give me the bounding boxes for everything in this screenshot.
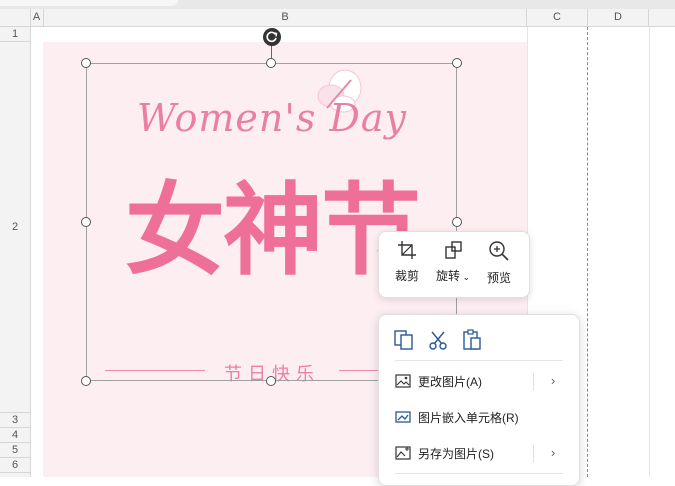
page-break-line [587, 27, 588, 477]
row-header-5[interactable]: 5 [0, 443, 30, 458]
menu-separator [395, 360, 563, 361]
resize-handle-right[interactable] [452, 217, 462, 227]
submenu-divider [533, 445, 534, 463]
change-picture-label: 更改图片(A) [418, 375, 482, 389]
row-header-4[interactable]: 4 [0, 428, 30, 443]
menu-item-change-picture[interactable]: 更改图片(A) › [379, 365, 579, 397]
column-header-e[interactable] [649, 9, 675, 26]
column-header-d[interactable]: D [588, 9, 649, 26]
preview-label: 预览 [486, 271, 511, 285]
chevron-down-icon: ⌄ [459, 272, 471, 282]
change-picture-icon [395, 373, 411, 392]
cut-button[interactable] [427, 329, 449, 354]
row-header-2[interactable]: 2 [0, 42, 30, 413]
zoom-in-icon [489, 241, 509, 261]
column-header-bar: A B C D [0, 9, 675, 27]
column-header-a[interactable]: A [30, 9, 44, 26]
column-header-c[interactable]: C [527, 9, 588, 26]
paste-icon [463, 329, 481, 350]
window-top-strip [0, 0, 675, 9]
crop-icon [398, 241, 416, 259]
picture-mini-toolbar: 裁剪 旋转 ⌄ 预览 [378, 231, 530, 298]
context-menu: 更改图片(A) › 图片嵌入单元格(R) 另存为图片(S) › [378, 314, 580, 486]
resize-handle-top[interactable] [266, 58, 276, 68]
resize-handle-bottom-left[interactable] [81, 376, 91, 386]
resize-handle-left[interactable] [81, 217, 91, 227]
menu-separator [395, 473, 563, 474]
preview-button[interactable]: 预览 [477, 240, 521, 290]
column-header-b[interactable]: B [44, 9, 527, 26]
resize-handle-top-right[interactable] [452, 58, 462, 68]
rotate-label: 旋转 ⌄ [435, 269, 471, 283]
rotate-icon [266, 31, 278, 43]
resize-handle-bottom[interactable] [266, 376, 276, 386]
embed-in-cell-icon [395, 409, 411, 428]
row-header-bar: 1 2 3 4 5 6 [0, 27, 31, 477]
gridline-e [649, 27, 650, 477]
crop-button[interactable]: 裁剪 [385, 240, 429, 290]
rotate-object-icon [445, 241, 462, 259]
copy-button[interactable] [393, 329, 415, 354]
cut-icon [429, 331, 447, 350]
chevron-right-icon[interactable]: › [551, 373, 555, 388]
row-header-1[interactable]: 1 [0, 27, 30, 42]
rotate-handle[interactable] [263, 28, 281, 46]
chevron-right-icon[interactable]: › [551, 445, 555, 460]
save-as-picture-icon [395, 445, 411, 464]
rotate-button[interactable]: 旋转 ⌄ [431, 240, 475, 290]
menu-item-save-as-picture[interactable]: 另存为图片(S) › [379, 437, 579, 469]
save-as-picture-label: 另存为图片(S) [418, 447, 494, 461]
row-header-3[interactable]: 3 [0, 413, 30, 428]
menu-item-embed-in-cell[interactable]: 图片嵌入单元格(R) [379, 401, 579, 433]
submenu-divider [533, 373, 534, 391]
sheet-tab-edge [0, 0, 178, 6]
paste-button[interactable] [461, 329, 483, 354]
row-header-6[interactable]: 6 [0, 458, 30, 473]
resize-handle-top-left[interactable] [81, 58, 91, 68]
embed-in-cell-label: 图片嵌入单元格(R) [418, 411, 519, 425]
select-all-corner[interactable] [0, 9, 31, 26]
copy-icon [394, 330, 413, 350]
crop-label: 裁剪 [394, 269, 419, 283]
